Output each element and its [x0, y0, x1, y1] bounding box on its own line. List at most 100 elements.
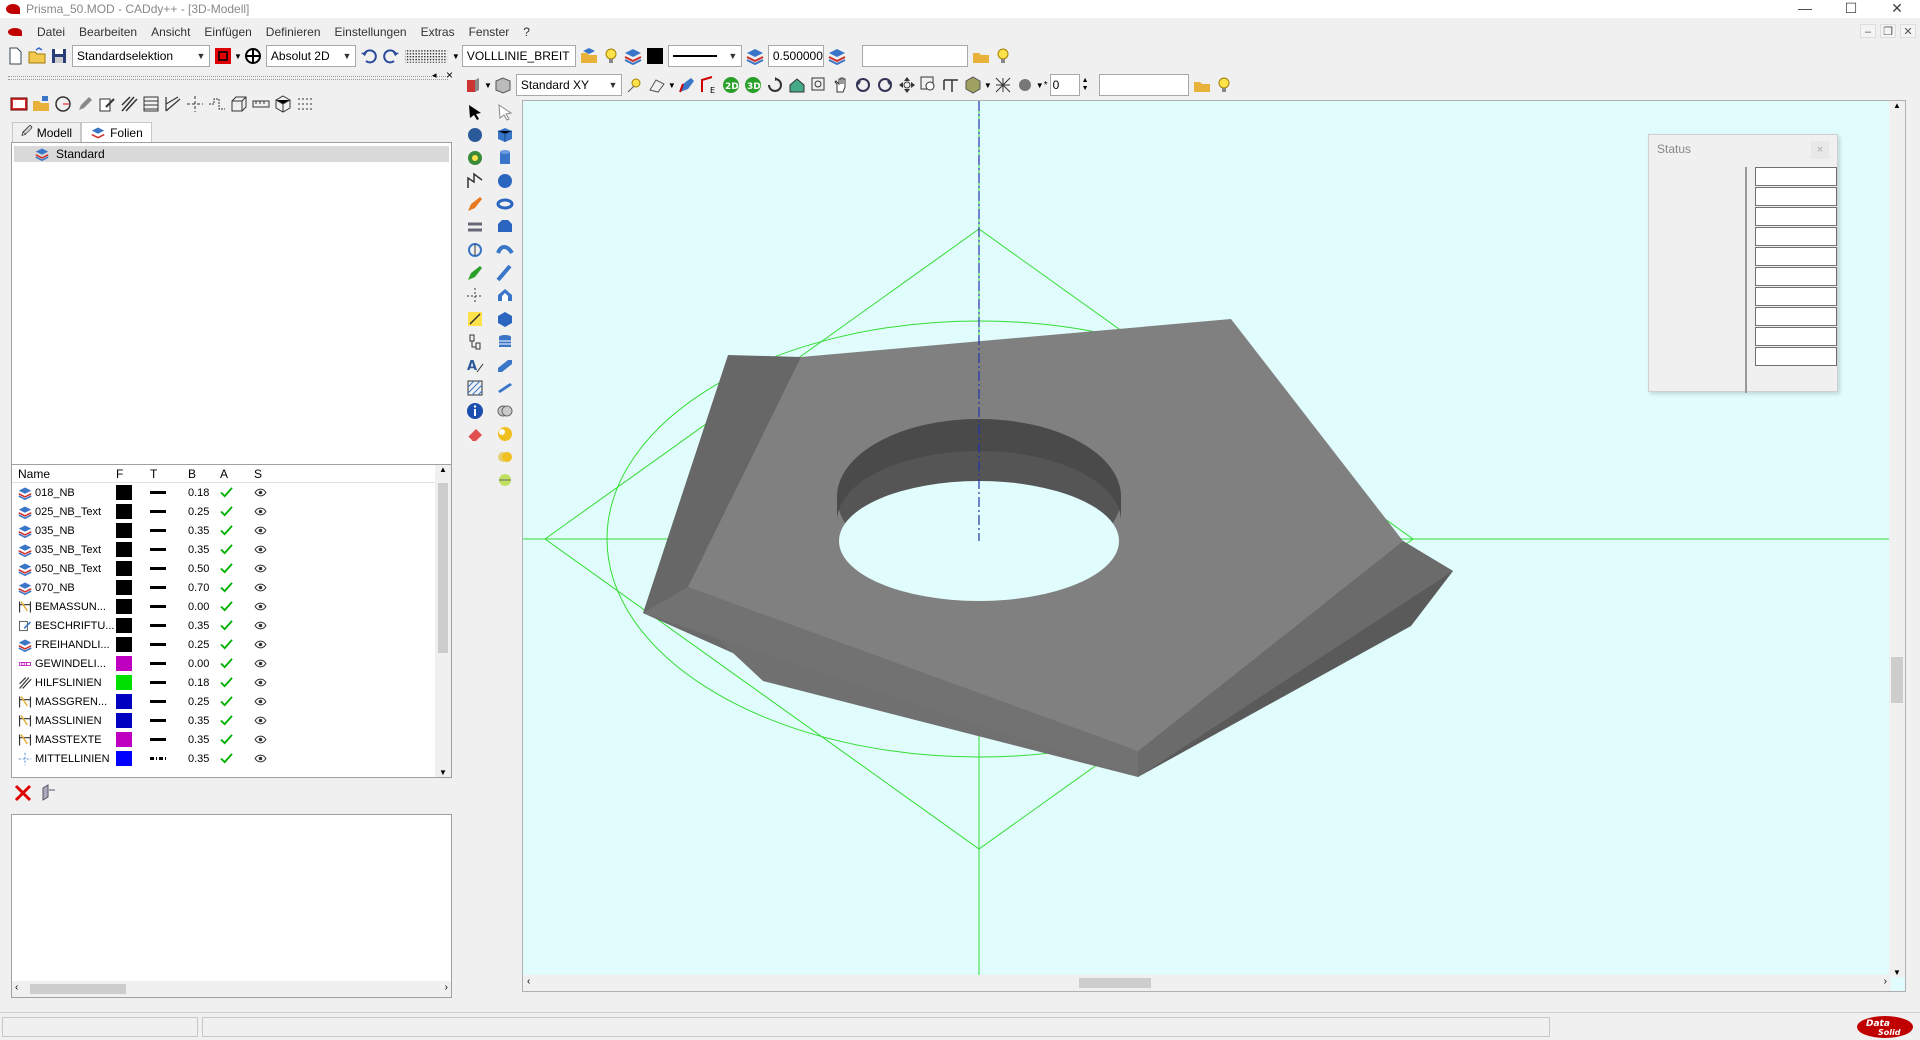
column-header-f[interactable]: F — [114, 467, 150, 481]
layers-icon[interactable] — [623, 46, 643, 66]
sweep-icon[interactable] — [495, 240, 515, 260]
redo-icon[interactable] — [381, 46, 401, 66]
panel-pin-icon[interactable]: ◂ — [432, 70, 437, 81]
layer-linetype-cell[interactable] — [150, 757, 186, 760]
column-header-b[interactable]: B — [186, 467, 220, 481]
layer-visible-cell[interactable] — [254, 659, 288, 668]
stack-icon[interactable] — [495, 332, 515, 352]
intersect-icon[interactable] — [495, 447, 515, 467]
lightbulb-icon[interactable] — [1214, 75, 1234, 95]
table-row[interactable]: BEMASSUN... 0.00 — [12, 597, 451, 616]
maximize-button[interactable]: ☐ — [1828, 0, 1874, 18]
status-panel-title[interactable]: Status — [1649, 135, 1837, 163]
extrude-icon[interactable] — [463, 75, 483, 95]
circle-tool-icon[interactable] — [53, 94, 73, 114]
table-row[interactable]: MITTELLINIEN 0.35 — [12, 749, 451, 768]
table-row[interactable]: 035_NB_Text 0.35 — [12, 540, 451, 559]
layer-visible-cell[interactable] — [254, 488, 288, 497]
grid-icon[interactable] — [403, 46, 451, 66]
mdi-minimize-button[interactable]: – — [1860, 24, 1876, 38]
layer-width-cell[interactable]: 0.25 — [186, 639, 220, 651]
layer-visible-cell[interactable] — [254, 678, 288, 687]
viewport-vertical-scrollbar[interactable]: ▲ ▼ — [1889, 101, 1905, 977]
coordinate-mode-select[interactable]: Absolut 2D ▼ — [265, 45, 356, 67]
layer-linetype-cell[interactable] — [150, 567, 186, 570]
scroll-up-icon[interactable]: ▲ — [435, 465, 451, 479]
panel-close-icon[interactable]: × — [446, 68, 453, 82]
view-plane-icon[interactable] — [493, 75, 513, 95]
dimension-tool-icon[interactable] — [465, 309, 485, 329]
column-header-t[interactable]: T — [150, 467, 186, 481]
layer-color-cell[interactable] — [114, 580, 150, 595]
mode-2d-button[interactable]: 2D — [721, 75, 741, 95]
document-icon[interactable] — [8, 28, 22, 36]
menu-ansicht[interactable]: Ansicht — [144, 22, 197, 42]
scroll-left-icon[interactable]: ‹ — [15, 982, 18, 993]
table-row[interactable]: MASSGREN... 0.25 — [12, 692, 451, 711]
zoom-icon[interactable] — [919, 75, 939, 95]
mdi-close-button[interactable]: ✕ — [1900, 24, 1916, 38]
layer-width-cell[interactable]: 0.00 — [186, 601, 220, 613]
layer-visible-cell[interactable] — [254, 526, 288, 535]
layer-linetype-cell[interactable] — [150, 624, 186, 627]
eraser-icon[interactable] — [465, 424, 485, 444]
delete-layer-icon[interactable] — [13, 783, 33, 803]
prism-icon[interactable] — [495, 217, 515, 237]
mdi-restore-button[interactable]: ❐ — [1880, 24, 1896, 38]
layer-manager-icon[interactable] — [9, 94, 29, 114]
scrollbar-thumb[interactable] — [30, 984, 126, 994]
viewport-horizontal-scrollbar[interactable]: ‹ › — [523, 975, 1891, 991]
panel-gripper[interactable] — [8, 76, 448, 80]
table-row[interactable]: MASSLINIEN 0.35 — [12, 711, 451, 730]
table-row[interactable]: 018_NB 0.18 — [12, 483, 451, 502]
layer-active-cell[interactable] — [220, 753, 254, 764]
cube-solid-icon[interactable] — [495, 309, 515, 329]
lightbulb-icon[interactable] — [601, 46, 621, 66]
layer-width-cell[interactable]: 0.18 — [186, 487, 220, 499]
box-solid-icon[interactable] — [495, 125, 515, 145]
bar-icon[interactable] — [495, 378, 515, 398]
scrollbar-thumb[interactable] — [438, 483, 448, 653]
menu-extras[interactable]: Extras — [414, 22, 462, 42]
layer-color-cell[interactable] — [114, 732, 150, 747]
sphere-icon[interactable] — [1015, 75, 1035, 95]
table-row[interactable]: GEWINDELI... 0.00 — [12, 654, 451, 673]
layer-active-cell[interactable] — [220, 620, 254, 631]
torus-icon[interactable] — [495, 194, 515, 214]
rotate-right-icon[interactable] — [875, 75, 895, 95]
menu-fenster[interactable]: Fenster — [462, 22, 517, 42]
polyline-icon[interactable] — [207, 94, 227, 114]
layer-width-cell[interactable]: 0.35 — [186, 715, 220, 727]
layer-color-cell[interactable] — [114, 656, 150, 671]
info-icon[interactable] — [465, 401, 485, 421]
line-type-select[interactable]: ▼ — [667, 45, 742, 67]
layer-active-cell[interactable] — [220, 677, 254, 688]
color-swatch[interactable] — [116, 675, 132, 690]
grid-toggle-icon[interactable] — [993, 75, 1013, 95]
layer-active-cell[interactable] — [220, 563, 254, 574]
crosshair-icon[interactable] — [465, 286, 485, 306]
close-button[interactable]: ✕ — [1874, 0, 1920, 18]
section-icon[interactable] — [941, 75, 961, 95]
status-panel-close-button[interactable]: × — [1811, 141, 1829, 159]
color-swatch[interactable] — [116, 732, 132, 747]
color-swatch[interactable] — [116, 485, 132, 500]
layer-active-cell[interactable] — [220, 734, 254, 745]
chevron-down-icon[interactable]: ▼ — [234, 52, 242, 61]
scroll-right-icon[interactable]: › — [445, 982, 448, 993]
fillet-icon[interactable] — [465, 148, 485, 168]
layer-width-cell[interactable]: 0.50 — [186, 563, 220, 575]
layer-linetype-cell[interactable] — [150, 586, 186, 589]
split-icon[interactable] — [495, 470, 515, 490]
chevron-down-icon[interactable]: ▼ — [984, 81, 992, 90]
layer-color-cell[interactable] — [114, 675, 150, 690]
constraint-icon[interactable] — [465, 332, 485, 352]
scroll-right-icon[interactable]: › — [1884, 976, 1887, 987]
measure-icon[interactable] — [251, 94, 271, 114]
spinner-arrows[interactable]: ▲ ▼ — [1082, 77, 1089, 93]
view-plane-select[interactable]: Standard XY ▼ — [515, 74, 622, 96]
layer-visible-cell[interactable] — [254, 564, 288, 573]
chamfer-icon[interactable] — [495, 355, 515, 375]
hatch-tool-icon[interactable] — [465, 378, 485, 398]
tab-modell[interactable]: 🖉 Modell — [12, 122, 82, 142]
